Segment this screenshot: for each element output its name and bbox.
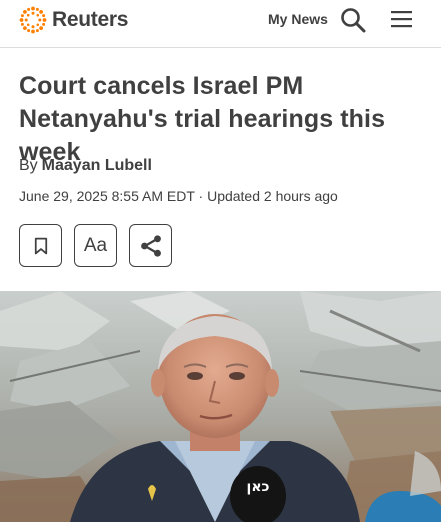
share-icon bbox=[140, 234, 161, 257]
bookmark-icon bbox=[34, 237, 47, 254]
search-button[interactable] bbox=[340, 7, 366, 33]
article-dateline: June 29, 2025 8:55 AM EDT · Updated 2 ho… bbox=[19, 188, 338, 204]
bookmark-button[interactable] bbox=[19, 224, 62, 267]
netanyahu-photo: כאן bbox=[0, 291, 441, 522]
brand-name: Reuters bbox=[52, 8, 129, 31]
author-link[interactable]: Maayan Lubell bbox=[42, 157, 152, 174]
search-icon bbox=[341, 8, 366, 33]
article-headline: Court cancels Israel PM Netanyahu's tria… bbox=[19, 72, 386, 166]
menu-icon bbox=[391, 11, 412, 28]
microphone-label: כאן bbox=[247, 479, 270, 495]
share-button[interactable] bbox=[129, 224, 172, 267]
my-news-link[interactable]: My News bbox=[268, 11, 328, 27]
byline: By Maayan Lubell bbox=[19, 157, 152, 175]
site-header: Reuters My News bbox=[0, 0, 441, 48]
text-size-button[interactable]: Aa bbox=[74, 224, 117, 267]
menu-button[interactable] bbox=[391, 9, 413, 29]
reuters-logo-icon bbox=[19, 6, 47, 34]
byline-prefix: By bbox=[19, 157, 38, 174]
reuters-logo[interactable]: Reuters bbox=[18, 5, 128, 35]
article-photo[interactable]: כאן bbox=[0, 291, 441, 522]
